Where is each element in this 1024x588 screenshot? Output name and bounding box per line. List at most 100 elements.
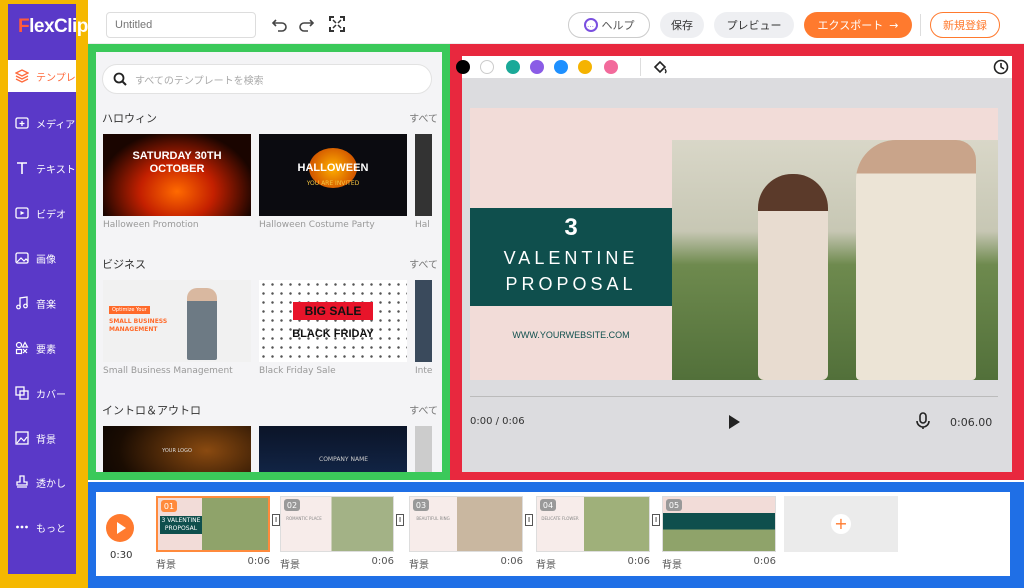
clock-icon[interactable] [993,59,1009,75]
clip-text: DELICATE FLOWER [541,516,579,521]
category-title: イントロ＆アウトロ [102,404,201,417]
woman-figure [758,174,828,380]
sidebar-item-6[interactable]: 要素 [8,332,76,364]
preview-panel: 3 VALENTINE PROPOSAL WWW.YOURWEBSITE.COM… [456,56,1012,472]
plus-icon: + [831,514,851,534]
transition-icon[interactable]: I [525,514,533,526]
thumb-text: YOUR LOGO [162,448,192,454]
template-panel: すべてのテンプレートを検索 ハロウィン すべて SATURDAY 30TH OC… [96,52,442,472]
color-swatch[interactable] [456,60,470,74]
color-swatch[interactable] [480,60,494,74]
template-search-box[interactable]: すべてのテンプレートを検索 [102,64,432,94]
sidebar-item-3[interactable]: ビデオ [8,197,76,229]
fill-bucket-icon[interactable] [652,59,668,75]
add-clip-button[interactable]: + [784,496,898,552]
clip-caption: 背景 0:06 [662,556,776,571]
see-all-link[interactable]: すべて [409,402,438,417]
clip-label: 背景 [662,560,682,571]
category-halloween: ハロウィン すべて [102,110,438,126]
microphone-icon[interactable] [916,412,930,430]
transition-icon[interactable]: I [652,514,660,526]
redo-icon[interactable] [296,14,316,34]
preview-button[interactable]: プレビュー [714,12,794,38]
color-swatch[interactable] [578,60,592,74]
template-thumb-small-business[interactable]: Optimize Your SMALL BUSINESS MANAGEMENT [103,280,251,362]
color-swatch[interactable] [554,60,568,74]
progress-track[interactable] [470,396,998,397]
template-thumb-partial[interactable] [415,280,432,362]
image-icon [14,250,30,266]
see-all-link[interactable]: すべて [409,256,438,271]
search-placeholder: すべてのテンプレートを検索 [135,75,264,87]
template-thumb-partial[interactable] [415,134,432,216]
help-button[interactable]: … ヘルプ [568,12,650,38]
sidebar-item-5[interactable]: 音楽 [8,287,76,319]
thumb-tag: Optimize Your [109,306,150,314]
color-swatch[interactable] [604,60,618,74]
help-label: ヘルプ [601,19,635,32]
thumb-text: SATURDAY 30TH OCTOBER [132,150,222,175]
thumb-text: COMPANY NAME [319,456,369,463]
play-icon [117,522,126,534]
sidebar-item-9[interactable]: 透かし [8,466,76,498]
timeline-clip[interactable]: 02 ROMANTIC PLACE [280,496,394,552]
template-caption: Halloween Promotion [103,220,199,230]
template-thumb-partial[interactable] [415,426,432,472]
fullscreen-icon[interactable] [328,15,346,33]
thumb-text: HALLOWEEN [297,162,369,174]
timeline-clip[interactable]: 04 DELICATE FLOWER [536,496,650,552]
color-swatch[interactable] [530,60,544,74]
template-thumb-intro-company[interactable]: COMPANY NAME [259,426,407,472]
top-toolbar: … ヘルプ 保存 プレビュー エクスポート → 新規登録 [88,0,1024,44]
clip-duration: 0:06 [247,556,270,567]
folder-plus-icon [14,115,30,131]
video-icon [14,205,30,221]
see-all-link[interactable]: すべて [409,110,438,125]
timeline-clip[interactable]: 05 [662,496,776,552]
sidebar: FlexClip テンプレメディアテキストビデオ画像音楽要素カバー背景透かしもっ… [0,0,88,588]
sidebar-item-4[interactable]: 画像 [8,242,76,274]
background-icon [14,430,30,446]
clip-caption: 背景 0:06 [409,556,523,571]
clip-label: 背景 [536,560,556,571]
sidebar-item-0[interactable]: テンプレ [8,60,76,92]
slide-title-line1: VALENTINE [503,248,639,268]
template-thumb-halloween-costume[interactable]: HALLOWEEN YOU ARE INVITED [259,134,407,216]
sidebar-item-8[interactable]: 背景 [8,422,76,454]
signup-button[interactable]: 新規登録 [930,12,1000,38]
clip-duration: 0:06 [371,556,394,567]
timeline-clip[interactable]: 03 BEAUTIFUL RING [409,496,523,552]
clip-caption: 背景 0:06 [156,556,270,571]
clip-caption: 背景 0:06 [280,556,394,571]
sidebar-item-7[interactable]: カバー [8,377,76,409]
timeline-clip[interactable]: 01 3 VALENTINE PROPOSAL [156,496,270,552]
person-figure [187,288,217,360]
sidebar-item-10[interactable]: もっと [8,511,76,543]
app-logo[interactable]: FlexClip [18,16,88,38]
color-swatch[interactable] [506,60,520,74]
sidebar-item-2[interactable]: テキスト [8,152,76,184]
project-title-input[interactable] [106,12,256,38]
sidebar-item-1[interactable]: メディア [8,107,76,139]
template-thumb-halloween-promotion[interactable]: SATURDAY 30TH OCTOBER [103,134,251,216]
export-button[interactable]: エクスポート → [804,12,912,38]
play-icon[interactable] [726,414,742,430]
clip-number: 03 [413,499,429,511]
slide-canvas[interactable]: 3 VALENTINE PROPOSAL WWW.YOURWEBSITE.COM [470,108,998,380]
timeline-play-button[interactable] [106,514,134,542]
undo-icon[interactable] [270,14,290,34]
clip-number: 05 [666,499,682,511]
timeline-total-time: 0:30 [110,550,133,561]
slide-title-line2: PROPOSAL [505,274,637,294]
sidebar-item-label: カバー [36,389,66,401]
clip-number: 04 [540,499,556,511]
transition-icon[interactable]: I [272,514,280,526]
template-thumb-black-friday[interactable]: BIG SALE BLACK FRIDAY [259,280,407,362]
transition-icon[interactable]: I [396,514,404,526]
template-thumb-intro-sparks[interactable]: YOUR LOGO [103,426,251,472]
slide-website: WWW.YOURWEBSITE.COM [512,330,630,340]
couple-photo [672,140,998,380]
sidebar-item-label: 画像 [36,254,56,266]
save-button[interactable]: 保存 [660,12,704,38]
export-label: エクスポート [817,19,884,32]
